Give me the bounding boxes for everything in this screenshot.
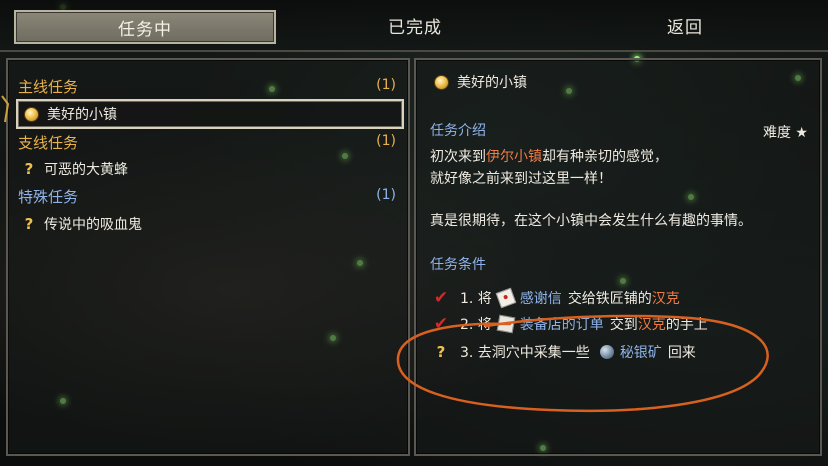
condition-npc[interactable]: 汉克 [652,288,680,308]
category-main-count: (1) [376,77,396,93]
tab-back[interactable]: 返回 [560,10,810,40]
category-special-count: (1) [376,187,396,203]
category-side-count: (1) [376,133,396,149]
tab-bar: 任务中 已完成 返回 [0,0,828,52]
quest-item-special-0[interactable]: ? 传说中的吸血鬼 [16,211,400,237]
quest-item-label: 可恶的大黄蜂 [44,162,128,178]
description-line-1: 初次来到伊尔小镇却有种亲切的感觉， [430,146,668,168]
letter-icon [495,287,517,309]
category-side-label[interactable]: 支线任务 [18,132,78,153]
intro-label: 任务介绍 [430,123,486,139]
quest-item-label: 传说中的吸血鬼 [44,217,142,233]
tab-in-progress[interactable]: 任务中 [14,10,276,44]
description-line-3: 真是很期待，在这个小镇中会发生什么有趣的事情。 [430,213,752,229]
difficulty-label: 难度 ★ [762,125,808,141]
description-text: 却有种亲切的感觉， [542,149,668,165]
quest-item-main-0[interactable]: 美好的小镇 [16,99,404,129]
quest-screen: 任务中 已完成 返回 主线任务 (1) 美好的小镇 支线任务 (1) ? 可恶的… [0,0,828,466]
category-special-label[interactable]: 特殊任务 [18,186,78,207]
condition-item[interactable]: 感谢信 [520,288,562,308]
category-main-label[interactable]: 主线任务 [18,76,78,97]
description-line-2: 就好像之前来到过这里一样！ [430,171,612,187]
condition-text: 1. 将 [460,291,492,307]
annotation-circle [396,314,769,413]
condition-text: 交给铁匠铺的 [567,291,652,307]
question-mark-icon: ? [24,160,34,178]
conditions-label: 任务条件 [430,257,486,273]
tab-completed[interactable]: 已完成 [290,10,540,40]
description-text: 初次来到 [430,149,486,165]
town-name-highlight: 伊尔小镇 [486,149,542,165]
tassel-decoration-icon [1,95,10,123]
quest-list-panel: 主线任务 (1) 美好的小镇 支线任务 (1) ? 可恶的大黄蜂 特殊任务 (1… [6,58,410,456]
quest-item-side-0[interactable]: ? 可恶的大黄蜂 [16,156,400,182]
question-mark-icon: ? [24,215,34,233]
gold-coin-icon [434,74,449,90]
condition-row: ✔ 1. 将 感谢信 交给铁匠铺的 汉克 [430,286,680,310]
red-check-icon: ✔ [433,288,449,308]
gold-coin-icon [24,106,39,122]
quest-item-label: 美好的小镇 [47,107,117,123]
quest-title-text: 美好的小镇 [457,75,527,91]
quest-detail-title: 美好的小镇 [430,72,527,92]
